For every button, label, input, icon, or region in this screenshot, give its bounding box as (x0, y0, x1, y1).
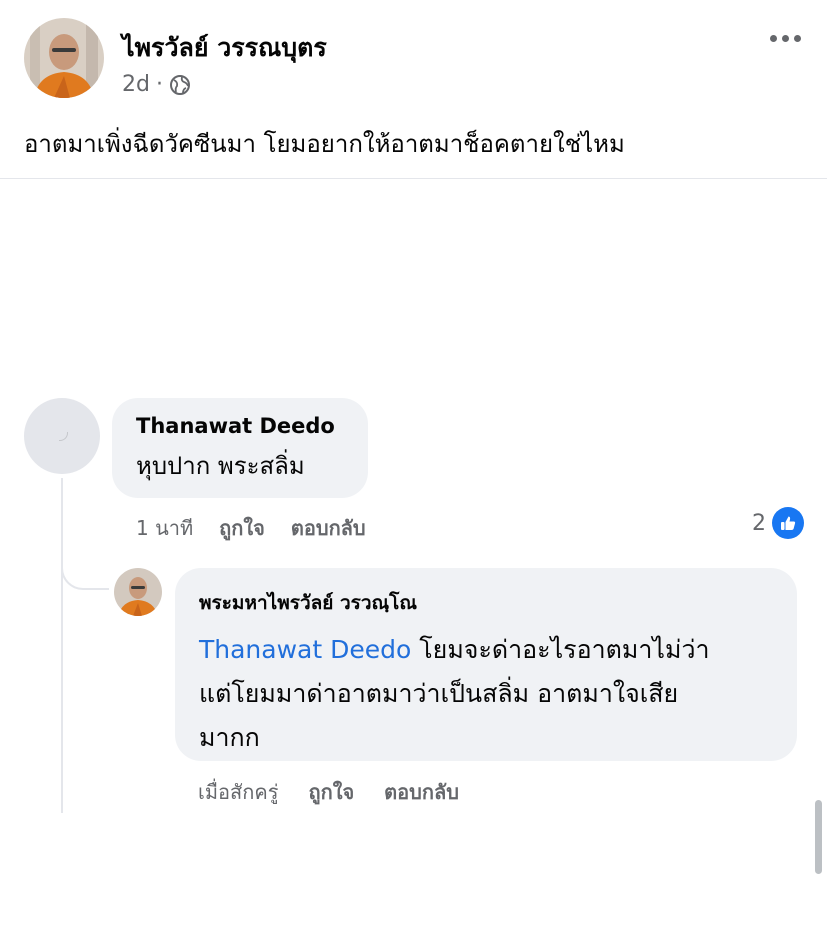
more-horizontal-icon (769, 34, 777, 42)
reply-actions: เมื่อสักครู่ ถูกใจ ตอบกลับ (198, 776, 459, 808)
reply-text: Thanawat Deedo โยมจะด่าอะไรอาตมาไม่ว่า แ… (199, 628, 773, 760)
comment-actions: 1 นาที ถูกใจ ตอบกลับ (136, 512, 366, 544)
reply-time[interactable]: เมื่อสักครู่ (198, 776, 278, 808)
reply-text-line2: แต่โยมมาด่าอาตมาว่าเป็นสลิ่ม อาตมาใจเสีย (199, 679, 679, 708)
comment-author-avatar[interactable] (24, 398, 100, 474)
reply-text-line1: โยมจะด่าอะไรอาตมาไม่ว่า (411, 635, 710, 664)
comment-text: หุบปาก พระสลิ่ม (136, 452, 305, 480)
avatar-placeholder-icon (59, 432, 68, 441)
more-dot (793, 34, 801, 42)
comment-time[interactable]: 1 นาที (136, 512, 193, 544)
reaction-count: 2 (752, 510, 766, 536)
globe-icon[interactable] (169, 74, 191, 96)
mention-link[interactable]: Thanawat Deedo (199, 635, 411, 664)
comment-bubble: Thanawat Deedo หุบปาก พระสลิ่ม (112, 398, 368, 498)
comment-reply-button[interactable]: ตอบกลับ (291, 512, 366, 544)
reply-like-button[interactable]: ถูกใจ (308, 776, 354, 808)
comment-reactions[interactable]: 2 (752, 507, 804, 539)
more-dot (781, 34, 789, 42)
thread-branch (61, 548, 109, 590)
reply-author-avatar[interactable] (114, 568, 162, 616)
post-author-avatar[interactable] (24, 18, 104, 98)
like-icon (772, 507, 804, 539)
more-options-button[interactable] (765, 24, 805, 52)
scrollbar[interactable] (815, 800, 822, 874)
post-time[interactable]: 2d (122, 72, 150, 97)
reply-text-line3: มากก (199, 723, 260, 752)
reply-reply-button[interactable]: ตอบกลับ (384, 776, 459, 808)
comment-author-name[interactable]: Thanawat Deedo (136, 414, 368, 438)
post-author-name[interactable]: ไพรวัลย์ วรรณบุตร (122, 28, 327, 68)
comment-like-button[interactable]: ถูกใจ (219, 512, 265, 544)
thread-line (61, 478, 63, 813)
post-text: อาตมาเพิ่งฉีดวัคซีนมา โยมอยากให้อาตมาช็อ… (24, 130, 625, 158)
post-meta: 2d · (122, 72, 191, 97)
meta-separator: · (155, 72, 163, 97)
reply-bubble: พระมหาไพรวัลย์ วรวณฺโณ Thanawat Deedo โย… (175, 568, 797, 761)
post-divider (0, 178, 827, 179)
reply-author-name[interactable]: พระมหาไพรวัลย์ วรวณฺโณ (199, 588, 773, 618)
